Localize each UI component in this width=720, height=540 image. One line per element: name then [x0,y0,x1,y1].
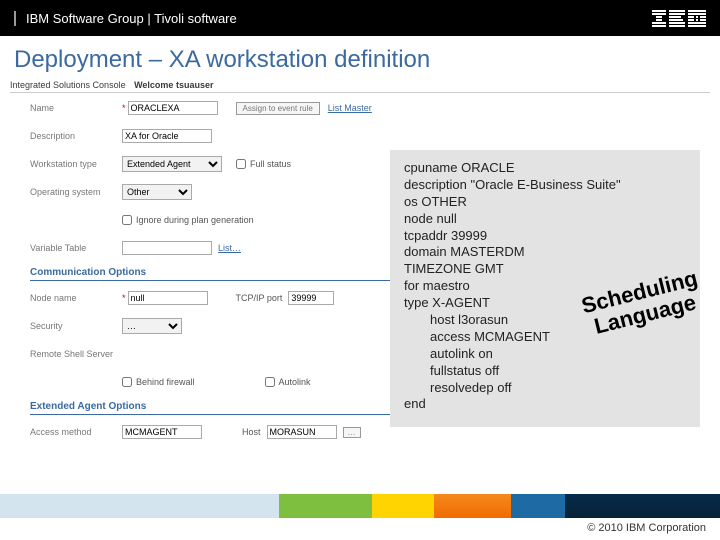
code-line: description "Oracle E-Business Suite" [404,177,686,194]
ibm-logo [652,8,706,28]
ext-section: Extended Agent Options [30,401,390,415]
host-input[interactable] [267,425,337,439]
ignore-label: Ignore during plan generation [136,215,254,225]
fullstatus-checkbox[interactable] [236,159,246,169]
required-icon: * [122,103,126,113]
fullstatus-label: Full status [250,159,291,169]
vtable-input[interactable] [122,241,212,255]
code-line: access MCMAGENT [404,329,686,346]
access-label: Access method [30,427,122,437]
desc-input[interactable] [122,129,212,143]
vtable-list-link[interactable]: List… [218,243,241,253]
rsh-label: Remote Shell Server [30,349,122,359]
header-title: IBM Software Group | Tivoli software [14,11,237,26]
slide-title: Deployment – XA workstation definition [0,36,720,78]
wtype-select[interactable]: Extended Agent [122,156,222,172]
os-label: Operating system [30,187,122,197]
name-input[interactable] [128,101,218,115]
footer: © 2010 IBM Corporation [0,494,720,540]
access-input[interactable] [122,425,202,439]
sec-label: Security [30,321,122,331]
comm-section: Communication Options [30,267,390,281]
copyright: © 2010 IBM Corporation [0,518,720,540]
wtype-label: Workstation type [30,159,122,169]
required-icon: * [122,293,126,303]
code-line: os OTHER [404,194,686,211]
list-master-link[interactable]: List Master [328,103,372,113]
host-browse-button[interactable]: … [343,427,361,438]
node-label: Node name [30,293,122,303]
sec-select[interactable]: … [122,318,182,334]
code-line: autolink on [404,346,686,363]
name-label: Name [30,103,122,113]
autolink-checkbox[interactable] [265,377,275,387]
assign-button[interactable]: Assign to event rule [236,102,320,115]
node-input[interactable] [128,291,208,305]
ignore-checkbox[interactable] [122,215,132,225]
firewall-label: Behind firewall [136,377,195,387]
desc-label: Description [30,131,122,141]
color-strip [0,494,720,518]
os-select[interactable]: Other [122,184,192,200]
autolink-label: Autolink [279,377,311,387]
vtable-label: Variable Table [30,243,122,253]
code-line: domain MASTERDM [404,244,686,261]
code-line: fullstatus off [404,363,686,380]
host-label: Host [242,427,261,437]
tcpip-label: TCP/IP port [236,293,283,303]
code-line: TIMEZONE GMT [404,261,686,278]
code-line: tcpaddr 39999 [404,228,686,245]
code-line: end [404,396,686,413]
code-line: resolvedep off [404,380,686,397]
firewall-checkbox[interactable] [122,377,132,387]
tcpip-input[interactable] [288,291,334,305]
console-header: Integrated Solutions Console Welcome tsu… [10,78,710,93]
code-line: node null [404,211,686,228]
code-line: cpuname ORACLE [404,160,686,177]
console-welcome: Welcome tsuauser [134,80,213,90]
console-brand: Integrated Solutions Console [10,80,126,90]
